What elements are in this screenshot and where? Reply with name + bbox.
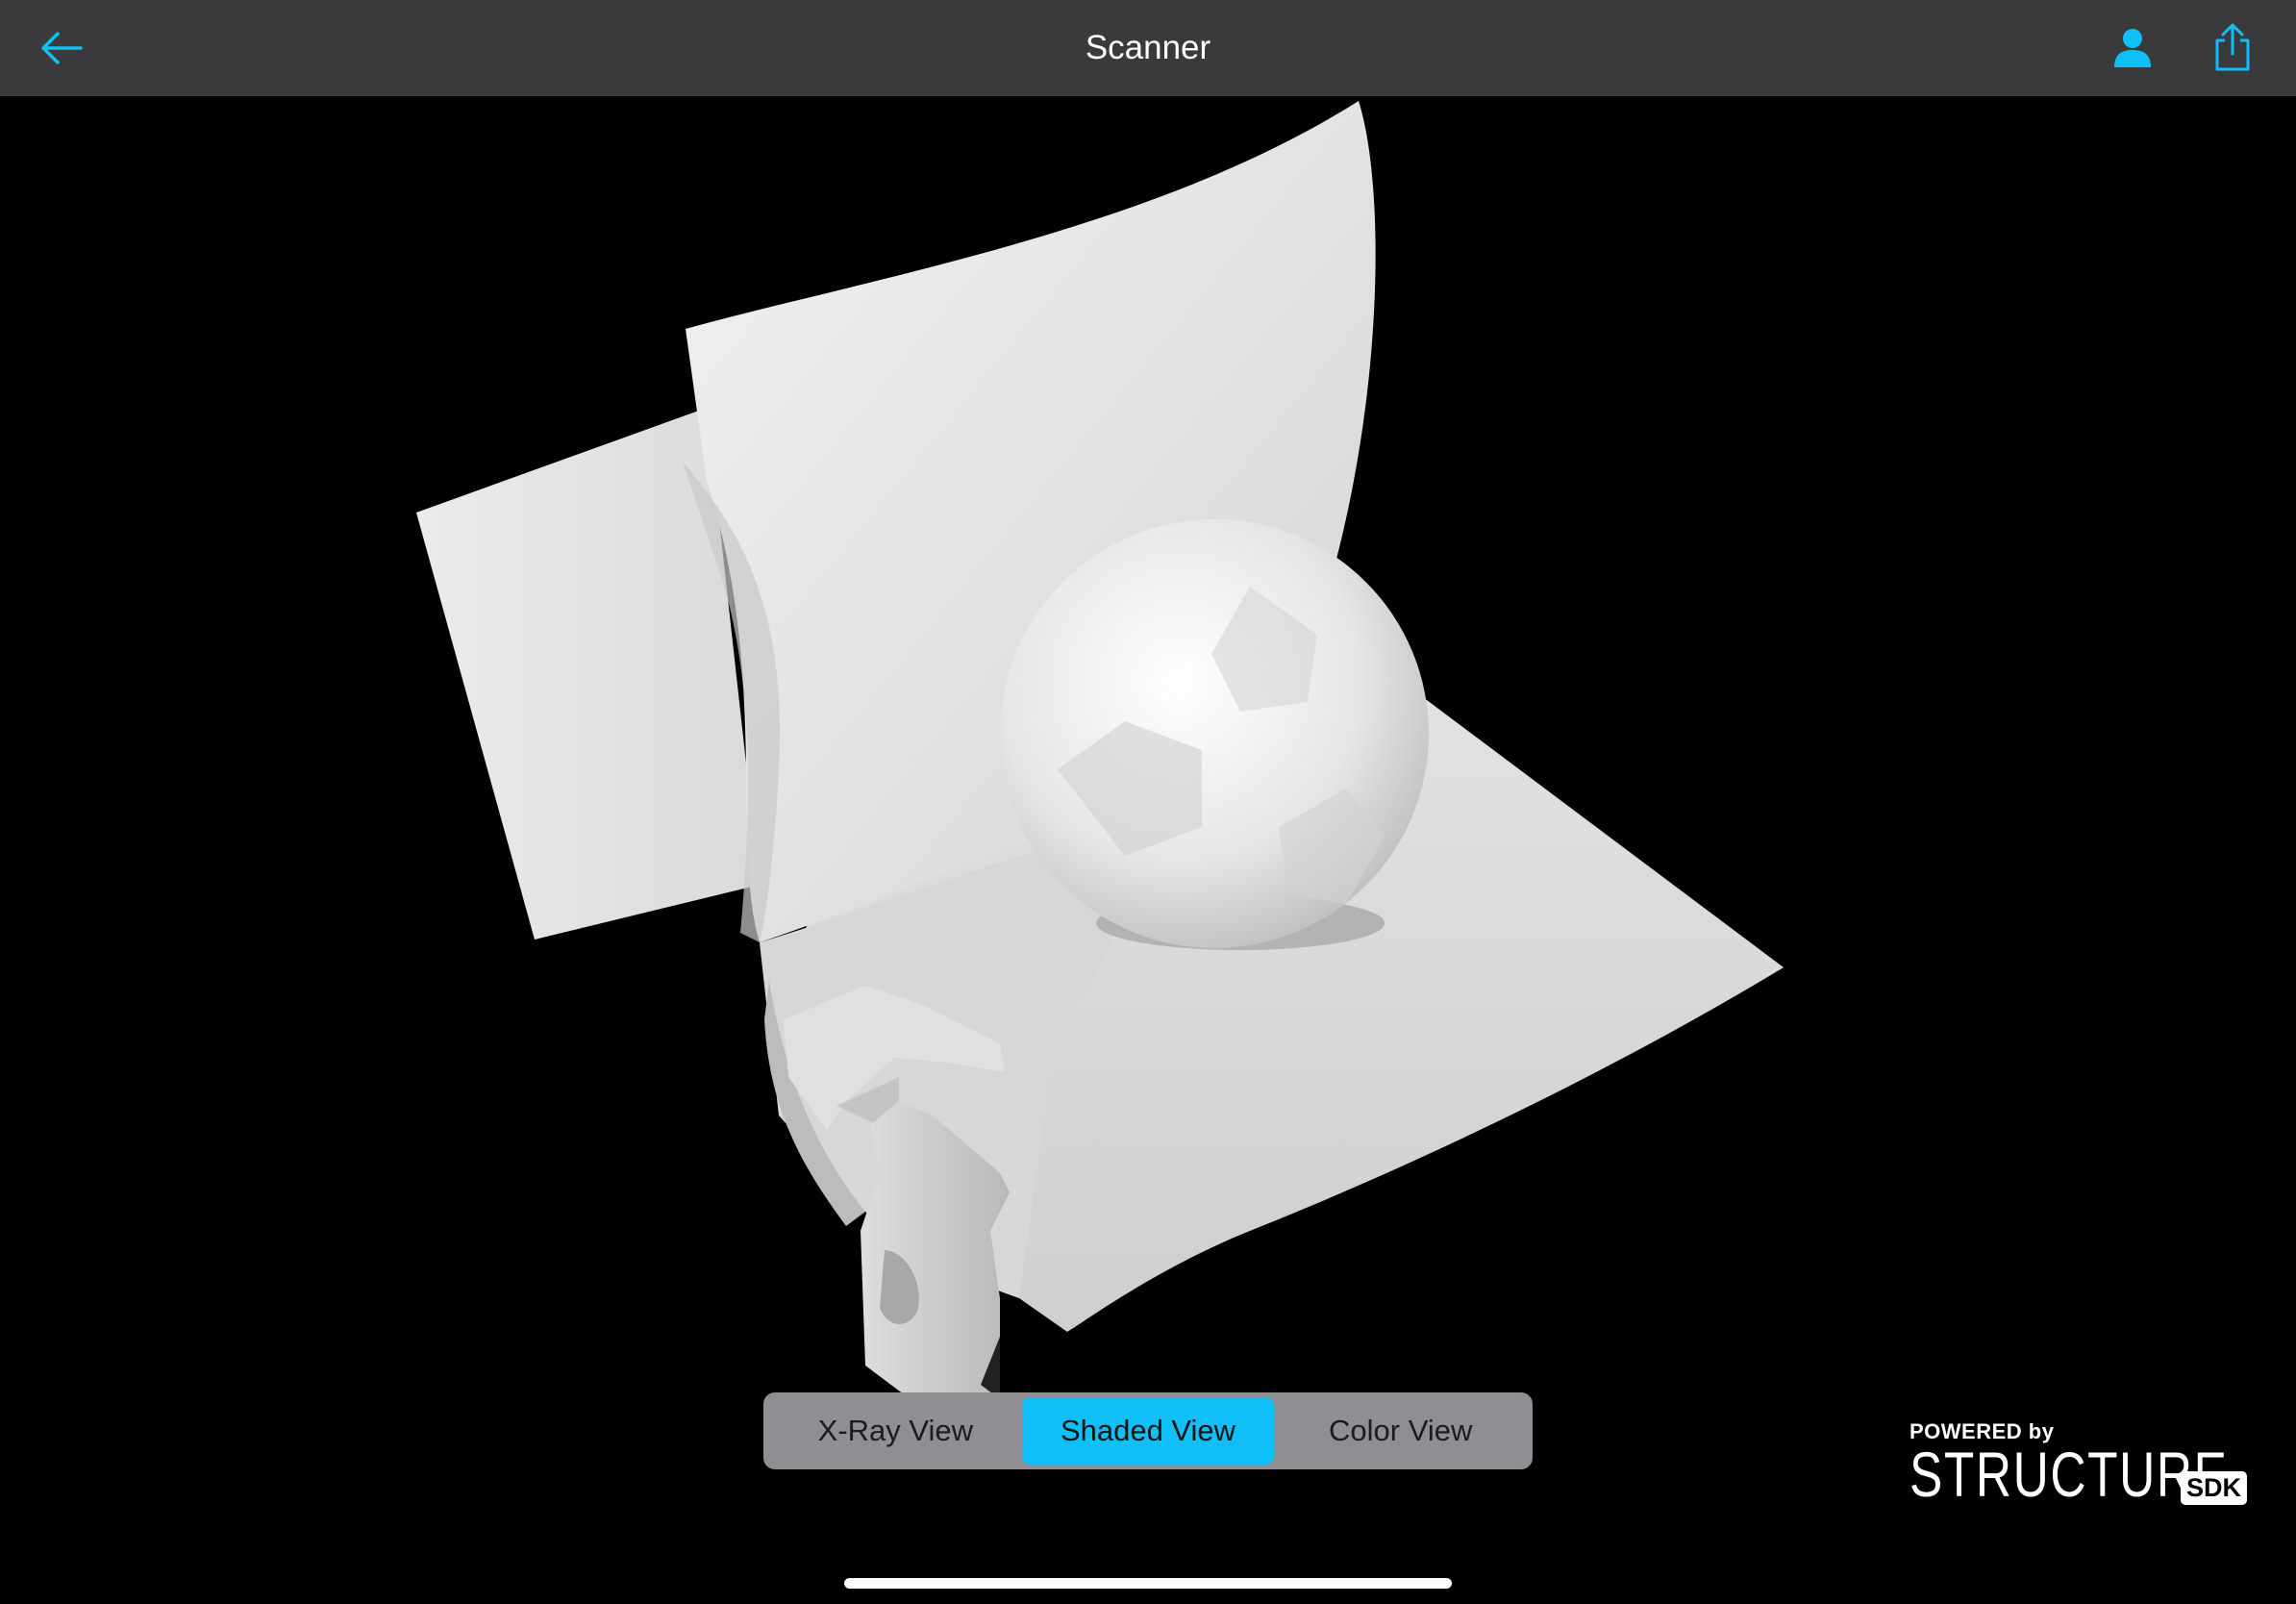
share-icon	[2215, 23, 2250, 71]
logo-sdk-badge: SDK	[2181, 1471, 2248, 1505]
home-indicator[interactable]	[844, 1578, 1452, 1589]
structure-sdk-logo: POWERED by STRUCTURE SDK	[1909, 1419, 2256, 1516]
page-title: Scanner	[1085, 29, 1211, 66]
user-account-button[interactable]	[2104, 19, 2161, 77]
navigation-bar: Scanner	[0, 0, 2296, 96]
back-button[interactable]	[33, 19, 90, 77]
back-arrow-icon	[41, 32, 83, 64]
scanned-mesh-model[interactable]	[0, 96, 2296, 1604]
color-view-button[interactable]: Color View	[1274, 1397, 1527, 1465]
view-mode-selector: X-Ray View Shaded View Color View	[763, 1392, 1533, 1469]
shaded-view-button[interactable]: Shaded View	[1021, 1397, 1275, 1465]
xray-view-button[interactable]: X-Ray View	[769, 1397, 1022, 1465]
scan-viewport[interactable]	[0, 96, 2296, 1604]
share-button[interactable]	[2204, 19, 2261, 77]
person-icon	[2114, 29, 2151, 67]
